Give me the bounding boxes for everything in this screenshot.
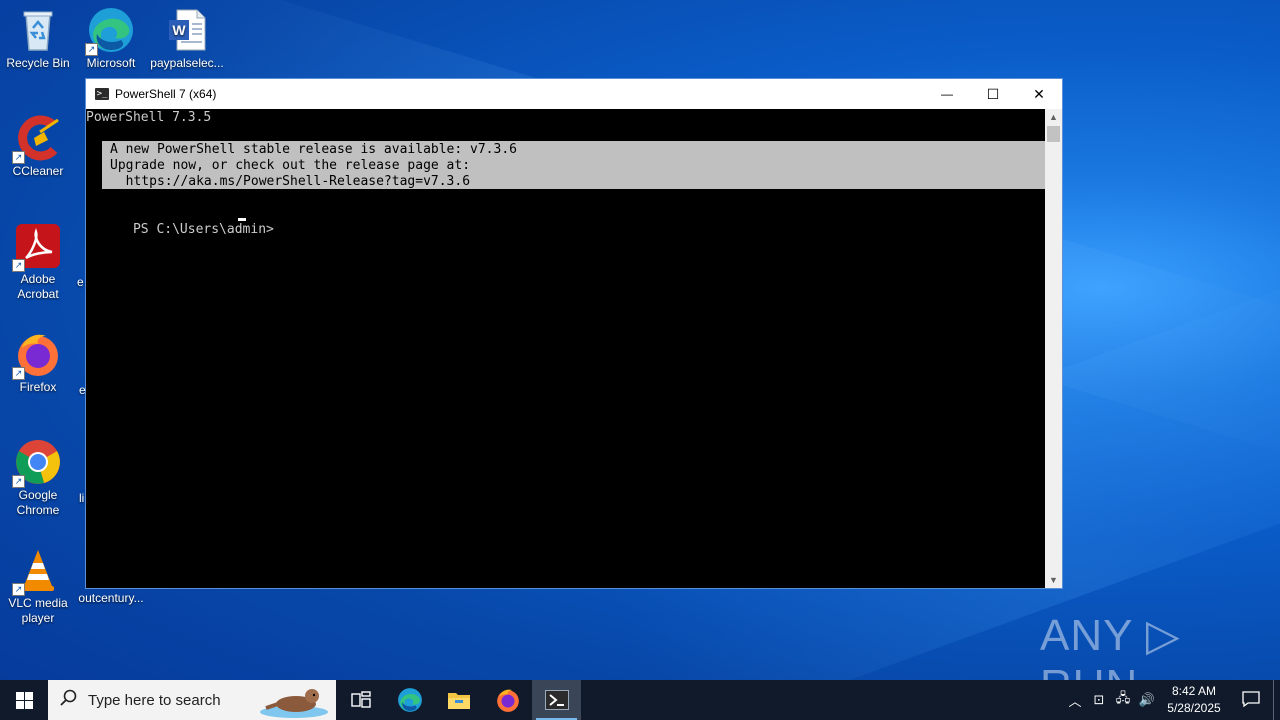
show-desktop-button[interactable] xyxy=(1273,680,1280,720)
banner-line: https://aka.ms/PowerShell-Release?tag=v7… xyxy=(110,174,471,189)
close-icon: ✕ xyxy=(1033,85,1045,102)
desktop-icon-label: VLC media player xyxy=(8,596,68,625)
taskbar: Type here to search ︿ ⊡ 🖧 🔊 8:42 AM 5/28… xyxy=(0,680,1280,720)
desktop-icon-label-partial: li xyxy=(79,491,85,505)
recycle-bin-icon xyxy=(14,6,62,54)
powershell-icon xyxy=(544,690,569,710)
file-explorer-icon xyxy=(447,693,470,709)
close-button[interactable]: ✕ xyxy=(1016,79,1062,109)
desktop-icon-label: Microsoft Edge xyxy=(86,56,136,70)
adobe-acrobat-icon: ↗ xyxy=(12,222,62,272)
desktop-icon-paypal-document[interactable]: W paypalselec... xyxy=(149,6,225,71)
shortcut-arrow-icon: ↗ xyxy=(12,367,25,380)
notification-center-icon[interactable] xyxy=(1229,690,1273,710)
version-line: PowerShell 7.3.5 xyxy=(86,110,212,125)
show-hidden-icons-chevron-up-icon[interactable]: ︿ xyxy=(1063,691,1087,710)
search-icon xyxy=(60,689,80,712)
firefox-icon xyxy=(496,689,519,712)
desktop-icon-label: paypalselec... xyxy=(150,56,224,70)
taskbar-clock[interactable]: 8:42 AM 5/28/2025 xyxy=(1159,683,1229,717)
word-document-icon: W xyxy=(163,6,211,54)
maximize-button[interactable]: ☐ xyxy=(970,79,1016,109)
desktop-icon-recycle-bin[interactable]: Recycle Bin xyxy=(0,6,76,71)
clock-time: 8:42 AM xyxy=(1171,684,1217,698)
prompt: PS C:\Users\admin> xyxy=(132,222,282,237)
task-view-icon xyxy=(350,691,371,708)
desktop-icon-label: Google Chrome xyxy=(16,488,60,517)
start-button[interactable] xyxy=(0,680,48,720)
scrollbar-thumb[interactable] xyxy=(1047,126,1060,142)
ccleaner-icon: ↗ xyxy=(12,114,62,164)
firefox-icon: ↗ xyxy=(12,330,62,380)
scroll-up-icon[interactable]: ▲ xyxy=(1045,109,1062,125)
desktop-icon-adobe-acrobat[interactable]: ↗ Adobe Acrobat xyxy=(0,222,76,302)
taskbar-edge[interactable] xyxy=(385,680,434,720)
scroll-down-icon[interactable]: ▼ xyxy=(1045,572,1062,588)
edge-icon xyxy=(397,688,422,712)
svg-text:W: W xyxy=(172,22,186,38)
chrome-icon: ↗ xyxy=(12,438,62,488)
console-output[interactable]: PowerShell 7.3.5 A new PowerShell stable… xyxy=(86,109,1046,588)
edge-icon: ↗ xyxy=(85,6,135,56)
shortcut-arrow-icon: ↗ xyxy=(12,583,25,596)
desktop-icon-label: Recycle Bin xyxy=(6,56,70,70)
powershell-icon: >_ xyxy=(95,88,109,100)
network-adapter-icon[interactable]: ⊡ xyxy=(1087,692,1111,708)
system-tray: ︿ ⊡ 🖧 🔊 8:42 AM 5/28/2025 xyxy=(1063,680,1280,720)
desktop-icon-google-chrome[interactable]: ↗ Google Chrome xyxy=(0,438,76,518)
clock-date: 5/28/2025 xyxy=(1167,701,1221,715)
taskbar-file-explorer[interactable] xyxy=(434,680,483,720)
vlc-icon: ↗ xyxy=(12,546,62,596)
minimize-icon: — xyxy=(941,87,953,101)
desktop-icon-vlc[interactable]: ↗ VLC media player xyxy=(0,546,76,626)
desktop-icon-microsoft-edge[interactable]: ↗ Microsoft Edge xyxy=(73,6,149,71)
text-cursor xyxy=(238,218,246,221)
desktop-icon-label: outcentury... xyxy=(78,591,144,605)
prompt-line[interactable]: PS C:\Users\admin> xyxy=(86,206,282,254)
taskbar-firefox[interactable] xyxy=(483,680,532,720)
banner-line: Upgrade now, or check out the release pa… xyxy=(110,158,471,173)
window-title: PowerShell 7 (x64) xyxy=(115,87,217,101)
powershell-window[interactable]: >_ PowerShell 7 (x64) — ☐ ✕ PowerShell 7… xyxy=(85,78,1063,589)
update-notice-banner: A new PowerShell stable release is avail… xyxy=(102,141,1046,189)
shortcut-arrow-icon: ↗ xyxy=(12,151,25,164)
minimize-button[interactable]: — xyxy=(924,79,970,109)
shortcut-arrow-icon: ↗ xyxy=(85,43,98,56)
desktop-icon-label-partial: e xyxy=(77,275,84,289)
network-icon[interactable]: 🖧 xyxy=(1111,689,1135,711)
desktop-icon-ccleaner[interactable]: ↗ CCleaner xyxy=(0,114,76,179)
vertical-scrollbar[interactable]: ▲ ▼ xyxy=(1045,109,1062,588)
desktop-icon-label: Firefox xyxy=(19,380,57,394)
banner-line: A new PowerShell stable release is avail… xyxy=(110,142,517,157)
volume-icon[interactable]: 🔊 xyxy=(1135,692,1159,708)
task-view-button[interactable] xyxy=(336,680,385,720)
taskbar-powershell[interactable] xyxy=(532,680,581,720)
window-titlebar[interactable]: >_ PowerShell 7 (x64) — ☐ ✕ xyxy=(86,79,1062,109)
desktop-icon-label: CCleaner xyxy=(12,164,64,178)
windows-logo-icon xyxy=(15,691,33,709)
shortcut-arrow-icon: ↗ xyxy=(12,259,25,272)
taskbar-search-box[interactable]: Type here to search xyxy=(48,680,336,720)
search-highlight-illustration-icon xyxy=(260,689,328,718)
desktop-icon-label: Adobe Acrobat xyxy=(17,272,59,301)
desktop-icon-firefox[interactable]: ↗ Firefox xyxy=(0,330,76,395)
shortcut-arrow-icon: ↗ xyxy=(12,475,25,488)
search-placeholder: Type here to search xyxy=(88,691,221,709)
maximize-icon: ☐ xyxy=(986,85,1000,102)
